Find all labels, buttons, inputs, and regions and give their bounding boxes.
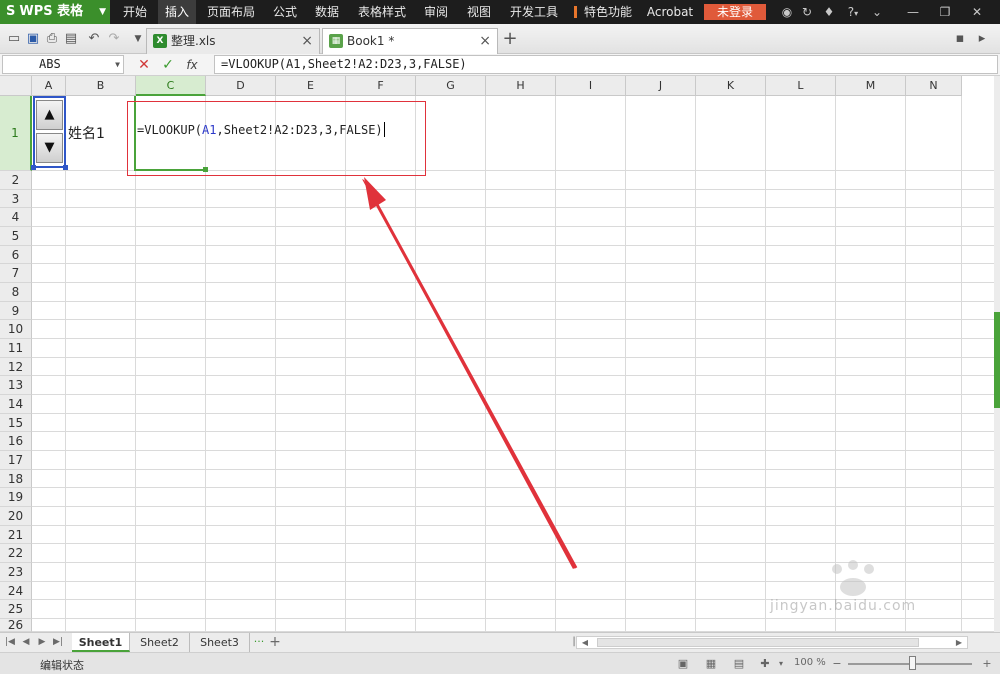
horizontal-scrollbar[interactable]: ◀ ▶ [576,636,968,649]
minimize-icon[interactable]: — [902,0,924,24]
menu-developer[interactable]: 开发工具 [502,0,566,24]
save-icon[interactable]: ▣ [25,31,41,47]
confirm-icon[interactable]: ✓ [159,56,177,74]
spreadsheet-grid[interactable]: ABCDEFGHIJKLMN 1 2 3 4 5 6 7 8 9 10 11 12 13 14 15 16 17… [0,76,994,632]
formula-input[interactable]: =VLOOKUP(A1,Sheet2!A2:D23,3,FALSE) [214,55,998,74]
name-box[interactable]: ABS ▼ [2,55,124,74]
menu-page-layout[interactable]: 页面布局 [200,0,262,24]
sheet-tab-bar: |◀ ◀ ▶ ▶| Sheet1 Sheet2 Sheet3 ··· + | ◀… [0,632,1000,652]
first-sheet-icon[interactable]: |◀ [4,635,16,649]
menu-view[interactable]: 视图 [460,0,498,24]
menu-bar: S WPS 表格 ▼ 开始 插入 页面布局 公式 数据 表格样式 审阅 视图 开发… [0,0,1000,24]
arrow-line [366,187,578,569]
tab-menu-icon[interactable]: ▪ [952,31,968,47]
sync-icon[interactable]: ↻ [798,0,816,24]
menu-review[interactable]: 审阅 [418,0,454,24]
paw-icon [864,564,874,574]
new-tab-button[interactable]: + [502,30,518,48]
preview-icon[interactable]: ▤ [63,31,79,47]
more-sheets-icon[interactable]: ··· [252,635,266,649]
menu-acrobat[interactable]: Acrobat [642,0,698,24]
skin-icon[interactable]: ♦ [820,0,838,24]
spreadsheet-file-icon: X [153,34,167,48]
arrow-head [364,177,386,210]
chevron-down-icon: ▼ [99,7,106,17]
page-layout-view-icon[interactable]: ▦ [704,657,718,670]
chevron-down-icon[interactable]: ▾ [774,657,788,670]
page-break-view-icon[interactable]: ▤ [732,657,746,670]
menu-special-features[interactable]: 特色功能 [574,0,636,24]
tab-list-icon[interactable]: ▸ [974,31,990,47]
zoom-level: 100 % [794,657,826,668]
paw-icon [848,560,858,570]
menu-insert[interactable]: 插入 [158,0,196,24]
sheet-tab-sheet1[interactable]: Sheet1 [72,633,130,652]
chevron-down-icon[interactable]: ▼ [115,56,120,73]
help-icon[interactable]: ?▾ [842,0,864,24]
name-box-value: ABS [39,57,61,71]
paw-icon [840,578,866,596]
restore-icon[interactable]: ❐ [934,0,956,24]
annotation-arrow [362,177,578,569]
last-sheet-icon[interactable]: ▶| [52,635,64,649]
baidu-jingyan-watermark: jingyan.baidu.com [770,560,970,614]
tab-book1[interactable]: ▦ Book1 * × [322,28,498,54]
status-text: 编辑状态 [40,659,84,672]
scrollbar-thumb[interactable] [597,638,919,647]
menu-data[interactable]: 数据 [308,0,346,24]
formula-bar: ABS ▼ ✕ ✓ fx =VLOOKUP(A1,Sheet2!A2:D23,3… [0,54,1000,76]
menu-table-style[interactable]: 表格样式 [350,0,414,24]
tab-label: Book1 * [347,34,395,48]
normal-view-icon[interactable]: ▣ [676,657,690,670]
customize-icon[interactable]: ▼ [130,31,146,47]
scroll-left-icon[interactable]: ◀ [579,637,591,648]
prev-sheet-icon[interactable]: ◀ [20,635,32,649]
workbook-file-icon: ▦ [329,34,343,48]
sheet-tab-sheet3[interactable]: Sheet3 [190,633,250,652]
next-sheet-icon[interactable]: ▶ [36,635,48,649]
tab-label: 整理.xls [171,34,216,48]
zoom-in-button[interactable]: + [980,657,994,670]
zoom-out-button[interactable]: − [830,657,844,670]
close-icon[interactable]: ✕ [966,0,988,24]
theme-icon[interactable]: ◉ [778,0,796,24]
cancel-icon[interactable]: ✕ [135,56,153,74]
insert-function-icon[interactable]: fx [183,56,201,74]
login-button[interactable]: 未登录 [704,4,766,20]
side-panel-handle[interactable] [994,312,1000,408]
status-bar: 编辑状态 ▣ ▦ ▤ ✚ ▾ 100 % − + [0,652,1000,674]
menu-formulas[interactable]: 公式 [266,0,304,24]
wps-logo-icon: S [6,4,16,19]
document-tab-bar: ▭ ▣ ⎙ ▤ ↶ ↷ ▼ X 整理.xls × ▦ Book1 * × + ▪… [0,24,1000,54]
sheet-tab-sheet2[interactable]: Sheet2 [130,633,190,652]
menu-home[interactable]: 开始 [114,0,156,24]
close-icon[interactable]: × [301,29,313,53]
open-icon[interactable]: ▭ [6,31,22,47]
redo-icon[interactable]: ↷ [106,31,122,47]
undo-icon[interactable]: ↶ [86,31,102,47]
paw-icon [832,564,842,574]
chevron-down-icon[interactable]: ⌄ [870,0,884,24]
tab-zhengli[interactable]: X 整理.xls × [146,28,320,54]
fullscreen-icon[interactable]: ✚ [758,657,772,670]
app-menu-button[interactable]: S WPS 表格 ▼ [0,0,110,24]
print-icon[interactable]: ⎙ [44,31,60,47]
watermark-text: jingyan.baidu.com [770,598,917,614]
zoom-slider-thumb[interactable] [909,656,916,670]
app-name: WPS 表格 [19,4,84,19]
scroll-right-icon[interactable]: ▶ [953,637,965,648]
close-icon[interactable]: × [479,29,491,53]
add-sheet-button[interactable]: + [268,635,282,649]
